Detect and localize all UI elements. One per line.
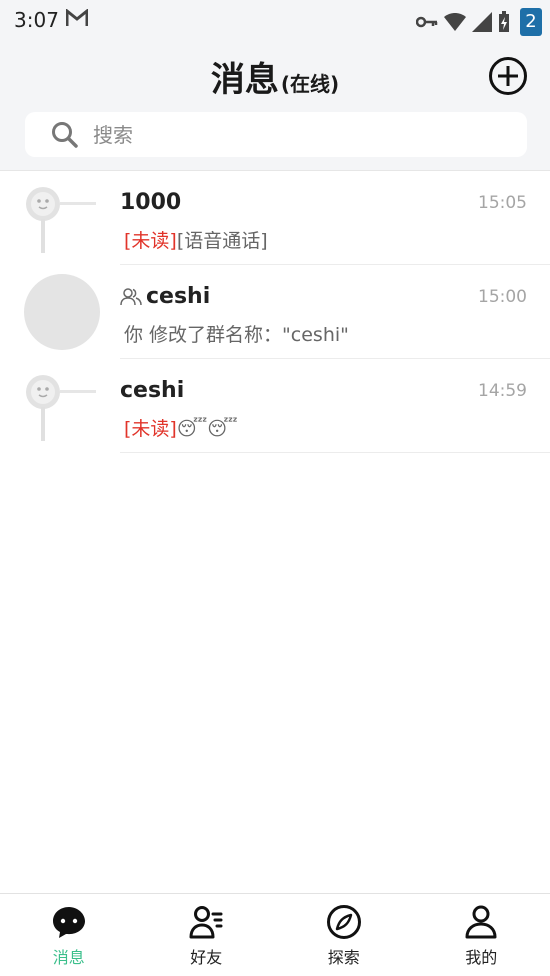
profile-icon <box>463 904 499 940</box>
nav-friends[interactable]: 好友 <box>138 894 276 976</box>
bottom-nav: 消息 好友 探索 我的 <box>0 893 550 976</box>
conversation-item[interactable]: ceshi 14:59 [未读]😴😴 <box>0 359 550 453</box>
blank-avatar <box>24 274 100 350</box>
conversation-preview: [未读]😴😴 <box>124 414 238 441</box>
status-icons: 2 <box>416 8 542 36</box>
search-icon <box>51 121 79 149</box>
nav-label: 探索 <box>328 944 360 968</box>
group-icon <box>120 287 142 307</box>
conversation-preview: 你 修改了群名称："ceshi" <box>124 320 349 347</box>
preview-text: [语音通话] <box>177 230 268 252</box>
gmail-icon <box>66 9 88 31</box>
nav-messages[interactable]: 消息 <box>0 894 138 976</box>
conversation-item[interactable]: 1000 15:05 [未读][语音通话] <box>0 171 550 265</box>
nav-explore[interactable]: 探索 <box>275 894 413 976</box>
page-title: 消息 <box>211 60 279 100</box>
robot-avatar <box>24 185 100 261</box>
conversation-preview: [未读][语音通话] <box>124 226 268 253</box>
conversation-name-text: ceshi <box>120 378 184 403</box>
conversation-list: 1000 15:05 [未读][语音通话] ceshi 15:00 你 修改了群… <box>0 171 550 453</box>
conversation-name-text: 1000 <box>120 190 181 215</box>
conversation-time: 15:05 <box>478 193 527 213</box>
nav-label: 消息 <box>53 944 85 968</box>
header: 消息(在线) <box>0 42 550 171</box>
unread-tag: [未读] <box>124 418 177 440</box>
chat-bubble-icon <box>51 904 87 940</box>
preview-text: 你 修改了群名称："ceshi" <box>124 324 349 346</box>
search-input[interactable] <box>91 122 495 148</box>
nav-profile[interactable]: 我的 <box>413 894 550 976</box>
notification-badge: 2 <box>520 8 542 36</box>
conversation-time: 15:00 <box>478 287 527 307</box>
battery-icon <box>498 11 510 33</box>
status-bar: 3:07 2 <box>0 0 550 42</box>
signal-icon <box>472 12 492 32</box>
conversation-item[interactable]: ceshi 15:00 你 修改了群名称："ceshi" <box>0 265 550 359</box>
wifi-icon <box>444 13 466 31</box>
compass-icon <box>326 904 362 940</box>
plus-circle-icon <box>488 56 528 96</box>
status-time: 3:07 <box>14 8 59 32</box>
page-subtitle: (在线) <box>281 72 339 96</box>
friends-icon <box>188 904 224 940</box>
unread-tag: [未读] <box>124 230 177 252</box>
conversation-name: 1000 <box>120 190 181 215</box>
conversation-name: ceshi <box>120 378 184 403</box>
key-icon <box>416 15 438 29</box>
robot-avatar <box>24 373 100 449</box>
title-wrap: 消息(在线) <box>0 52 550 101</box>
conversation-name: ceshi <box>120 284 210 309</box>
search-box[interactable] <box>25 112 527 157</box>
nav-label: 好友 <box>190 944 222 968</box>
divider <box>120 452 550 453</box>
conversation-name-text: ceshi <box>146 284 210 309</box>
preview-text: 😴😴 <box>177 418 238 440</box>
conversation-time: 14:59 <box>478 381 527 401</box>
add-button[interactable] <box>488 56 528 96</box>
nav-label: 我的 <box>465 944 497 968</box>
